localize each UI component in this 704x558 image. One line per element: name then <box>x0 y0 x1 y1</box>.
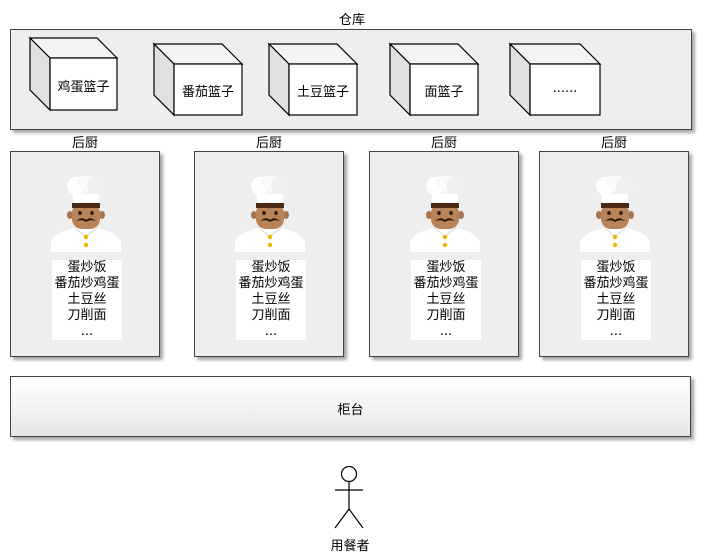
menu-list: 蛋炒饭 番茄炒鸡蛋 土豆丝 刀削面 ... <box>411 260 481 340</box>
menu-item: 蛋炒饭 <box>251 260 291 275</box>
menu-item: 刀削面 <box>251 308 291 323</box>
chef-icon <box>410 176 480 252</box>
menu-item: 蛋炒饭 <box>596 260 636 275</box>
menu-list: 蛋炒饭 番茄炒鸡蛋 土豆丝 刀削面 ... <box>236 260 306 340</box>
basket-label: 番茄篮子 <box>181 85 234 100</box>
menu-item: ... <box>439 324 453 339</box>
basket-cube-4 <box>388 42 480 117</box>
chef-icon <box>580 176 650 252</box>
menu-item: ... <box>609 324 623 339</box>
chef-icon <box>51 176 121 252</box>
menu-item: ... <box>80 324 94 339</box>
menu-item: 刀削面 <box>596 308 636 323</box>
basket-cube-5 <box>508 42 602 117</box>
menu-item: 番茄炒鸡蛋 <box>583 276 649 291</box>
kitchen-title: 后厨 <box>430 136 457 151</box>
menu-item: 蛋炒饭 <box>67 260 107 275</box>
menu-item: 刀削面 <box>426 308 466 323</box>
diner-label: 用餐者 <box>330 539 370 554</box>
menu-item: 番茄炒鸡蛋 <box>54 276 120 291</box>
basket-cube-3 <box>267 42 359 117</box>
menu-item: 番茄炒鸡蛋 <box>413 276 479 291</box>
counter-label: 柜台 <box>337 403 364 418</box>
kitchen-title: 后厨 <box>255 136 282 151</box>
diner-icon <box>334 465 364 529</box>
menu-item: 土豆丝 <box>251 292 291 307</box>
kitchen-panel: 蛋炒饭 番茄炒鸡蛋 土豆丝 刀削面 ... <box>539 151 689 357</box>
kitchen-title: 后厨 <box>600 136 627 151</box>
warehouse-baskets <box>28 36 602 117</box>
basket-label: 鸡蛋篮子 <box>57 80 110 95</box>
kitchen-title: 后厨 <box>71 136 98 151</box>
basket-label: ...... <box>552 81 578 96</box>
basket-label: 面篮子 <box>424 85 464 100</box>
menu-item: 刀削面 <box>67 308 107 323</box>
menu-item: 土豆丝 <box>426 292 466 307</box>
basket-cube-2 <box>152 42 244 117</box>
counter-box: 柜台 <box>10 376 691 437</box>
menu-item: ... <box>264 324 278 339</box>
kitchen-panel: 蛋炒饭 番茄炒鸡蛋 土豆丝 刀削面 ... <box>10 151 160 357</box>
menu-item: 土豆丝 <box>67 292 107 307</box>
menu-item: 土豆丝 <box>596 292 636 307</box>
chef-icon <box>235 176 305 252</box>
kitchen-panel: 蛋炒饭 番茄炒鸡蛋 土豆丝 刀削面 ... <box>194 151 344 357</box>
menu-list: 蛋炒饭 番茄炒鸡蛋 土豆丝 刀削面 ... <box>581 260 651 340</box>
kitchen-panel: 蛋炒饭 番茄炒鸡蛋 土豆丝 刀削面 ... <box>369 151 519 357</box>
menu-item: 番茄炒鸡蛋 <box>238 276 304 291</box>
basket-label: 土豆篮子 <box>296 85 349 100</box>
menu-item: 蛋炒饭 <box>426 260 466 275</box>
menu-list: 蛋炒饭 番茄炒鸡蛋 土豆丝 刀削面 ... <box>52 260 122 340</box>
basket-cube-1 <box>28 36 119 112</box>
